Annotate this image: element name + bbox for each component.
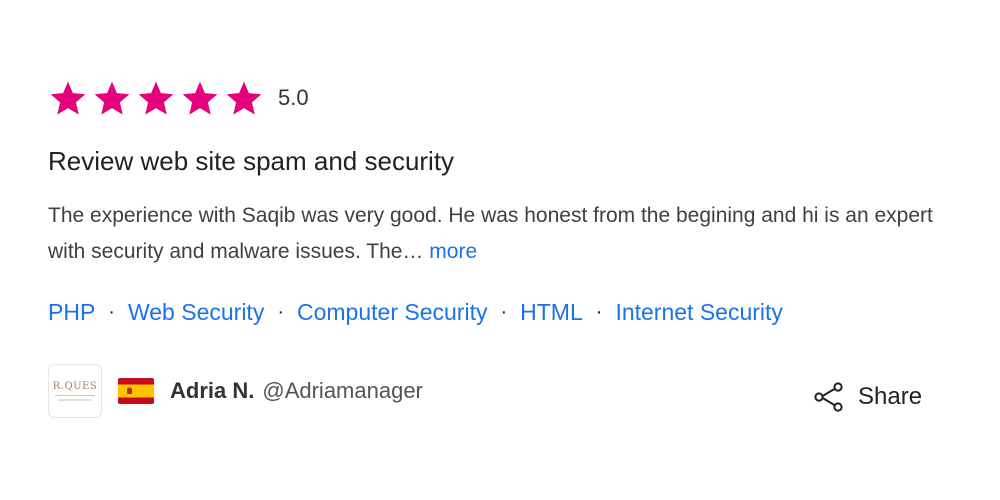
skill-separator: · [277, 301, 284, 323]
skill-link-internet-security[interactable]: Internet Security [615, 299, 782, 326]
star-rating [48, 78, 264, 118]
reviewer-name[interactable]: Adria N. [170, 378, 254, 404]
star-icon [94, 81, 130, 115]
star-icon [182, 81, 218, 115]
skill-separator: · [500, 301, 508, 323]
reviewer-info: R.QUES Adria N. @Adriamanager [48, 364, 423, 418]
share-button[interactable]: Share [812, 380, 922, 414]
skill-link-php[interactable]: PHP [48, 299, 95, 326]
logo-divider [55, 394, 95, 396]
logo-text: R.QUES [52, 380, 98, 392]
review-title: Review web site spam and security [48, 146, 455, 176]
more-link[interactable]: more [429, 240, 477, 263]
review-card: 5.0 Review web site spam and security Th… [0, 0, 1000, 500]
logo-tagline [58, 398, 92, 401]
spain-flag-icon [118, 378, 154, 404]
star-icon [226, 81, 262, 115]
skill-link-web-security[interactable]: Web Security [128, 299, 264, 326]
star-icon [50, 81, 86, 115]
review-body: The experience with Saqib was very good.… [48, 198, 948, 270]
rating-row: 5.0 [48, 78, 309, 118]
skill-link-computer-security[interactable]: Computer Security [297, 299, 487, 326]
star-icon [138, 81, 174, 115]
share-icon [814, 382, 843, 412]
rating-value: 5.0 [278, 85, 309, 110]
skills-list: PHP · Web Security · Computer Security ·… [48, 299, 783, 326]
review-text: The experience with Saqib was very good.… [48, 204, 933, 263]
skill-separator: · [108, 301, 115, 323]
share-label: Share [858, 383, 923, 410]
skill-link-html[interactable]: HTML [520, 299, 583, 326]
reviewer-handle: @Adriamanager [262, 378, 423, 403]
skill-separator: · [595, 301, 603, 323]
client-logo[interactable]: R.QUES [48, 364, 102, 418]
